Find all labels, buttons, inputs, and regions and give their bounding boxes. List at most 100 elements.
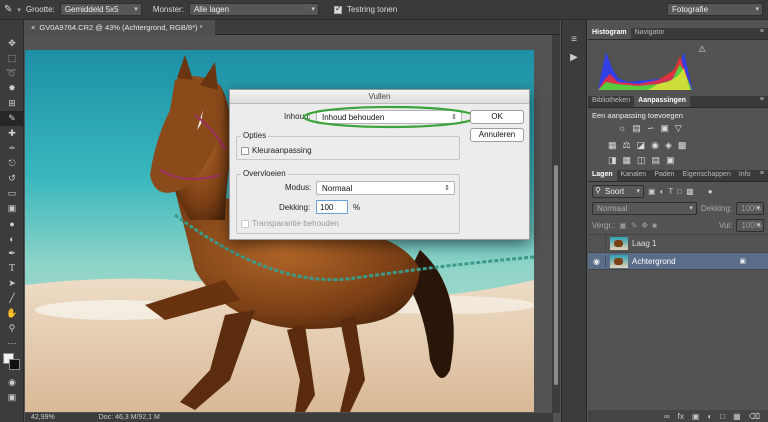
group-folder-icon[interactable]: □	[720, 412, 725, 421]
panel-menu-icon[interactable]: ≡	[760, 170, 764, 177]
exposure-icon[interactable]: ▣	[660, 123, 669, 134]
filter-adjustment-icon[interactable]: ◐	[660, 187, 665, 196]
channel-mixer-icon[interactable]: ◈	[665, 140, 672, 151]
tab-layers[interactable]: Lagen	[588, 170, 617, 181]
dialog-title: Vullen	[230, 90, 529, 104]
mask-icon[interactable]: ▣	[692, 412, 700, 421]
background-color-swatch[interactable]	[9, 359, 20, 370]
hue-saturation-icon[interactable]: ▦	[608, 140, 617, 151]
threshold-icon[interactable]: ◫	[637, 155, 646, 166]
stamp-tool-icon[interactable]: ⎋	[0, 156, 24, 171]
invert-icon[interactable]: ◨	[608, 155, 617, 166]
photo-filter-icon[interactable]: ◉	[651, 140, 659, 151]
vertical-scrollbar[interactable]	[552, 35, 560, 413]
selective-color-icon[interactable]: ▣	[666, 155, 675, 166]
zoom-tool-icon[interactable]: ⚲	[0, 321, 24, 336]
eye-icon[interactable]: ◉	[588, 256, 606, 266]
cancel-button[interactable]: Annuleren	[470, 128, 524, 142]
tab-paths[interactable]: Paden	[650, 170, 678, 181]
ok-button[interactable]: OK	[470, 110, 524, 124]
opacity-field[interactable]: 100%	[736, 202, 764, 215]
layer-row[interactable]: Laag 1	[588, 234, 768, 253]
quick-mask-icon[interactable]: ◉	[0, 375, 24, 390]
gradient-tool-icon[interactable]: ▣	[0, 201, 24, 216]
tab-info[interactable]: Info	[735, 170, 755, 181]
crop-tool-icon[interactable]: ⊞	[0, 96, 24, 111]
brush-tool-icon[interactable]: ∸	[0, 141, 24, 156]
quick-select-tool-icon[interactable]: ✸	[0, 81, 24, 96]
tab-libraries[interactable]: Bibliotheken	[588, 96, 634, 107]
posterize-icon[interactable]: ▦	[623, 155, 632, 166]
eraser-tool-icon[interactable]: ▭	[0, 186, 24, 201]
new-layer-icon[interactable]: ▦	[733, 412, 741, 421]
actions-play-icon[interactable]: ▶	[562, 48, 586, 66]
sample-size-select[interactable]: Gemiddeld 5x5	[59, 3, 142, 16]
hand-tool-icon[interactable]: ✋	[0, 306, 24, 321]
color-adapt-checkbox[interactable]	[241, 147, 249, 155]
shape-tool-icon[interactable]: ╱	[0, 291, 24, 306]
workspace-select[interactable]: Fotografie	[667, 3, 763, 16]
tab-adjustments[interactable]: Aanpassingen	[634, 96, 690, 107]
visibility-toggle[interactable]	[588, 234, 606, 253]
color-lookup-icon[interactable]: ▩	[678, 140, 687, 151]
levels-icon[interactable]: ▤	[632, 123, 641, 134]
preserve-transparency-checkbox[interactable]	[241, 220, 249, 228]
content-select[interactable]: Inhoud behouden	[316, 110, 462, 124]
move-tool-icon[interactable]: ✥	[0, 36, 24, 51]
path-select-tool-icon[interactable]: ➤	[0, 276, 24, 291]
layer-filter-select[interactable]: ⚲ Soort	[592, 185, 644, 198]
history-brush-icon[interactable]: ↺	[0, 171, 24, 186]
color-balance-icon[interactable]: ⚖	[623, 140, 631, 151]
tab-navigator[interactable]: Navigator	[631, 28, 669, 39]
add-adjustment-heading: Een aanpassing toevoegen	[592, 111, 683, 120]
fill-field[interactable]: 100%	[736, 219, 765, 232]
black-white-icon[interactable]: ◪	[637, 140, 646, 151]
blur-tool-icon[interactable]: ●	[0, 216, 24, 231]
sample-select[interactable]: Alle lagen	[188, 3, 319, 16]
tab-properties[interactable]: Eigenschappen	[679, 170, 735, 181]
opacity-input[interactable]: 100	[316, 200, 348, 214]
link-layers-icon[interactable]: ∞	[664, 412, 670, 421]
color-swatches[interactable]	[0, 351, 23, 375]
tab-channels[interactable]: Kanalen	[617, 170, 651, 181]
zoom-level[interactable]: 42,99%	[31, 414, 55, 421]
more-tools-icon[interactable]: ⋯	[0, 336, 24, 351]
trash-icon[interactable]: ⌫	[749, 412, 760, 421]
filter-toggle-icon[interactable]: ●	[708, 187, 713, 196]
gradient-map-icon[interactable]: ▤	[652, 155, 661, 166]
lock-paint-icon[interactable]: ✎	[631, 221, 638, 230]
pen-tool-icon[interactable]: ✒	[0, 246, 24, 261]
vibrance-icon[interactable]: ▽	[675, 123, 682, 134]
vertical-scroll-thumb[interactable]	[554, 165, 558, 385]
tool-preset-dropdown-icon[interactable]: ▾	[17, 6, 21, 14]
lock-position-icon[interactable]: ✥	[641, 221, 648, 230]
eyedropper-tool-icon[interactable]: ✎	[0, 111, 24, 126]
type-tool-icon[interactable]: T	[0, 261, 24, 276]
show-ring-checkbox[interactable]	[333, 4, 342, 14]
eyedropper-icon[interactable]: ✎	[4, 4, 12, 15]
adjustment-layer-icon[interactable]: ◐	[707, 412, 712, 421]
tab-histogram[interactable]: Histogram	[588, 28, 631, 39]
curves-icon[interactable]: ∽	[647, 123, 655, 134]
history-icon[interactable]: ≡	[562, 30, 586, 48]
layer-row-selected[interactable]: ◉ Achtergrond ▣	[588, 252, 768, 270]
close-icon[interactable]: ×	[31, 23, 35, 32]
document-tab[interactable]: × GV0A9764.CR2 @ 43% (Achtergrond, RGB/8*…	[25, 20, 215, 35]
marquee-tool-icon[interactable]: ⬚	[0, 51, 24, 66]
filter-shape-icon[interactable]: □	[677, 187, 682, 196]
lock-all-icon[interactable]: ■	[652, 221, 657, 230]
filter-pixel-icon[interactable]: ▣	[648, 187, 656, 196]
healing-tool-icon[interactable]: ✚	[0, 126, 24, 141]
fx-icon[interactable]: fx	[678, 412, 684, 421]
panel-menu-icon[interactable]: ≡	[760, 96, 764, 103]
panel-menu-icon[interactable]: ≡	[760, 28, 764, 35]
lock-pixels-icon[interactable]: ▣	[619, 221, 627, 230]
mode-select[interactable]: Normaal	[316, 181, 455, 195]
filter-smart-icon[interactable]: ▩	[686, 187, 694, 196]
blend-mode-select[interactable]: Normaal	[592, 202, 697, 215]
brightness-icon[interactable]: ☼	[618, 123, 626, 134]
screen-mode-icon[interactable]: ▣	[0, 390, 24, 405]
dodge-tool-icon[interactable]: ◐	[0, 231, 24, 246]
filter-type-icon[interactable]: T	[668, 187, 673, 196]
lasso-tool-icon[interactable]: ➰	[0, 66, 24, 81]
